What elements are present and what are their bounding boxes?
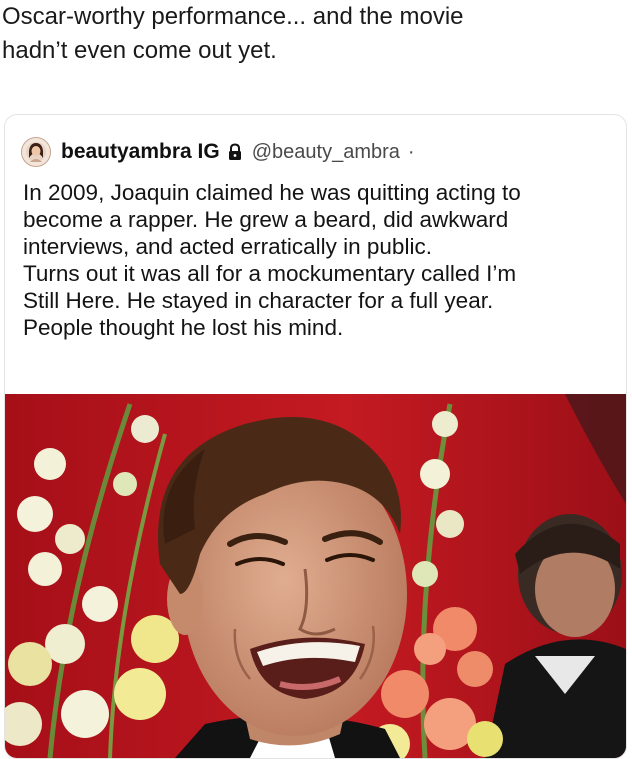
separator-dot: · bbox=[407, 140, 415, 163]
post-caption: Oscar-worthy performance... and the movi… bbox=[0, 0, 622, 68]
tweet-line: Still Here. He stayed in character for a… bbox=[23, 288, 494, 313]
tweet-line: In 2009, Joaquin claimed he was quitting… bbox=[23, 180, 521, 205]
quoted-tweet-card[interactable]: beautyambra IG @beauty_ambra · In 2009, … bbox=[5, 115, 626, 758]
tweet-text: In 2009, Joaquin claimed he was quitting… bbox=[23, 179, 623, 341]
lock-icon bbox=[228, 143, 242, 161]
tweet-line: interviews, and acted erratically in pub… bbox=[23, 234, 432, 259]
display-name[interactable]: beautyambra IG bbox=[61, 140, 220, 164]
tweet-line: People thought he lost his mind. bbox=[23, 315, 344, 340]
tweet-line: become a rapper. He grew a beard, did aw… bbox=[23, 207, 509, 232]
caption-line-2: hadn’t even come out yet. bbox=[2, 37, 277, 64]
caption-line-1: Oscar-worthy performance... and the movi… bbox=[2, 3, 464, 30]
tweet-header: beautyambra IG @beauty_ambra · bbox=[21, 137, 415, 167]
user-handle[interactable]: @beauty_ambra bbox=[252, 141, 400, 164]
avatar-icon[interactable] bbox=[21, 137, 51, 167]
tweet-photo[interactable] bbox=[5, 394, 626, 758]
tweet-line: Turns out it was all for a mockumentary … bbox=[23, 261, 517, 286]
